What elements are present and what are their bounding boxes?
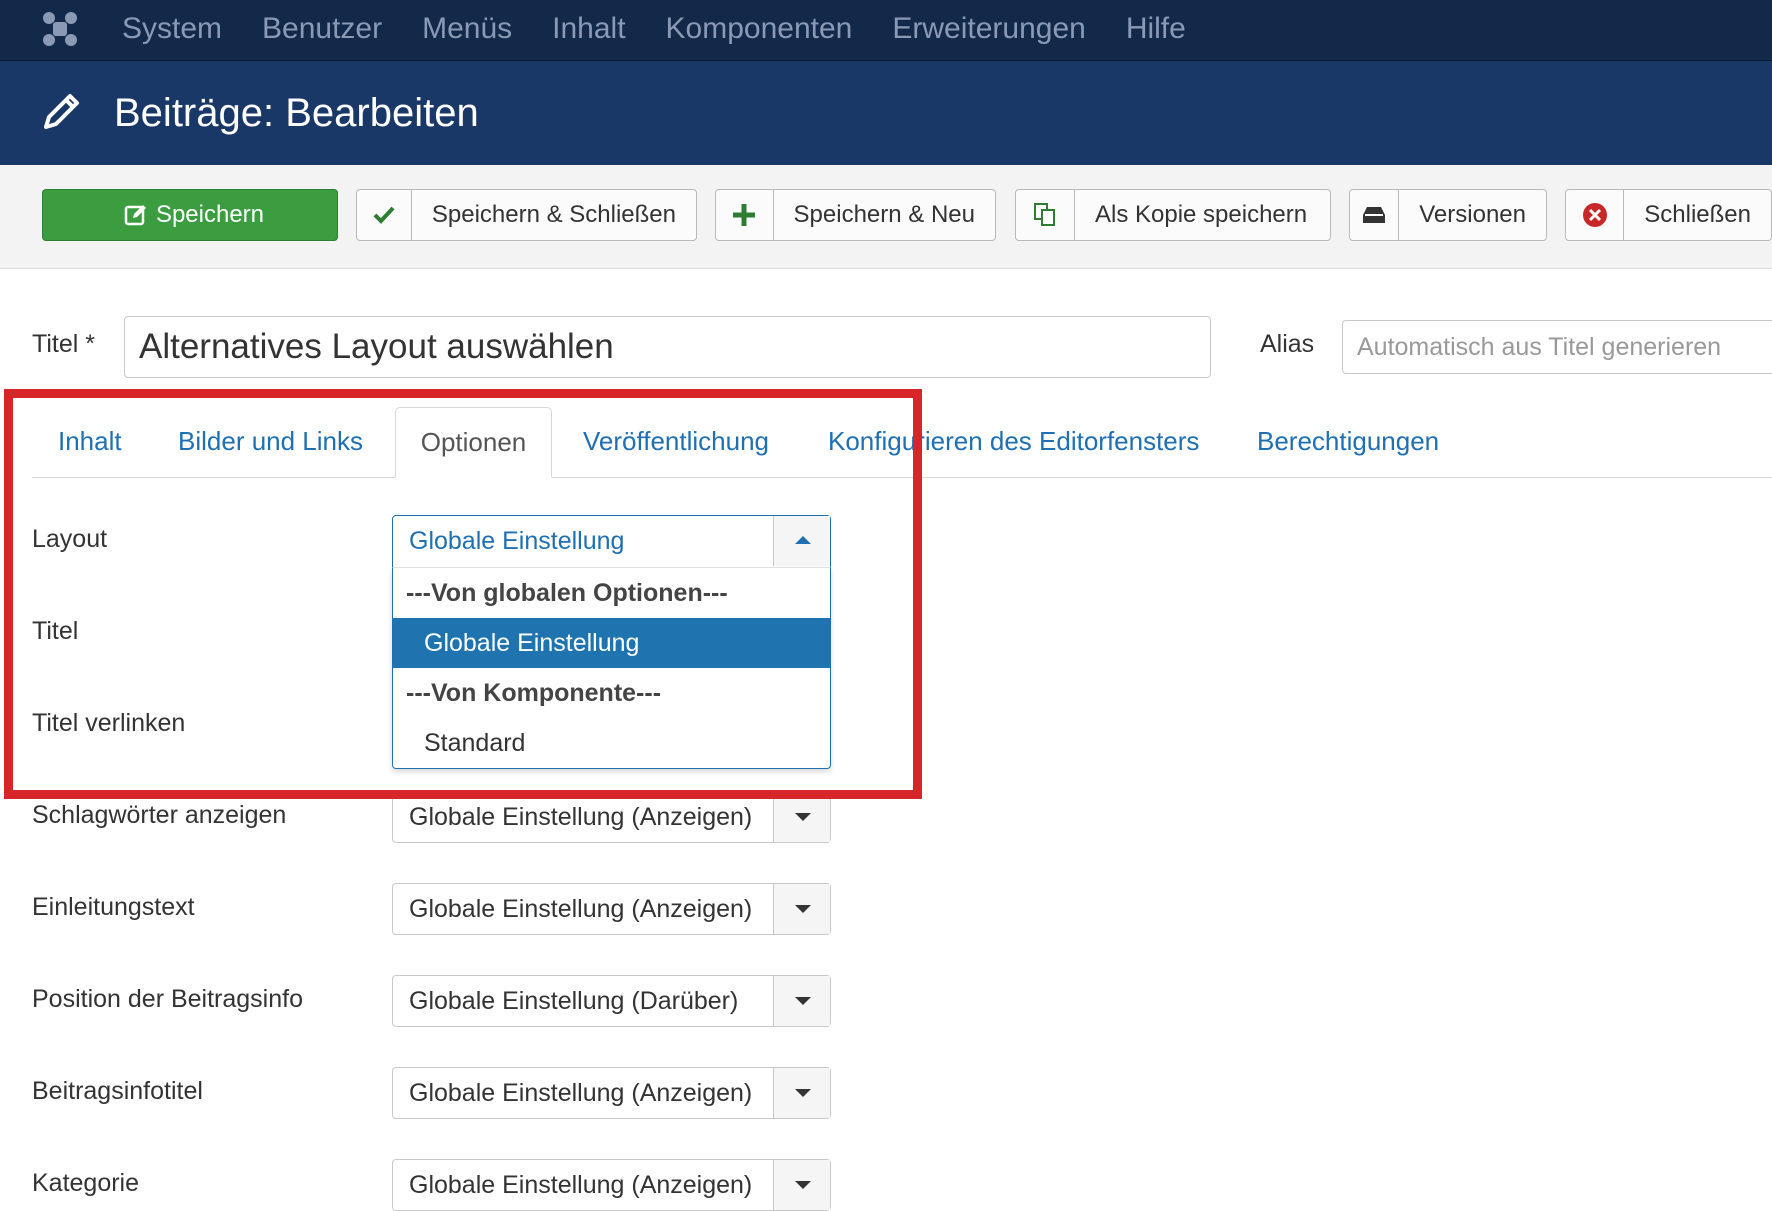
check-icon: [357, 190, 412, 240]
show-tags-value: Globale Einstellung (Anzeigen): [409, 803, 753, 831]
main-menu: System Benutzer Menüs Inhalt Komponenten…: [122, 0, 1226, 60]
option-global-setting[interactable]: Globale Einstellung: [393, 618, 830, 668]
versions-label: Versionen: [1419, 201, 1526, 228]
close-icon: [1566, 190, 1625, 240]
intro-text-select[interactable]: Globale Einstellung (Anzeigen): [392, 883, 831, 935]
info-position-select[interactable]: Globale Einstellung (Darüber): [392, 975, 831, 1027]
tab-permissions[interactable]: Berechtigungen: [1257, 424, 1439, 458]
tab-publishing[interactable]: Veröffentlichung: [583, 424, 769, 458]
chevron-down-icon: [795, 997, 811, 1005]
layout-dropdown-list: ---Von globalen Optionen--- Globale Eins…: [392, 567, 831, 769]
show-tags-select[interactable]: Globale Einstellung (Anzeigen): [392, 791, 831, 843]
menu-extensions[interactable]: Erweiterungen: [892, 0, 1085, 60]
save-close-label: Speichern & Schließen: [431, 201, 676, 228]
save-copy-button[interactable]: Als Kopie speichern: [1015, 189, 1331, 241]
tab-images-links[interactable]: Bilder und Links: [178, 424, 363, 458]
page-header: Beiträge: Bearbeiten: [0, 61, 1772, 165]
save-new-label: Speichern & Neu: [793, 201, 975, 228]
versions-button[interactable]: Versionen: [1349, 189, 1547, 241]
menu-system[interactable]: System: [122, 0, 222, 60]
layout-value: Globale Einstellung: [409, 527, 625, 555]
info-title-select[interactable]: Globale Einstellung (Anzeigen): [392, 1067, 831, 1119]
layout-label: Layout: [32, 525, 108, 553]
menu-menus[interactable]: Menüs: [422, 0, 512, 60]
save-copy-label: Als Kopie speichern: [1095, 201, 1308, 228]
tab-bar: [32, 477, 1772, 478]
title-option-label: Titel: [32, 617, 79, 645]
menu-content[interactable]: Inhalt: [552, 0, 625, 60]
tab-editor-config[interactable]: Konfigurieren des Editorfensters: [828, 424, 1199, 458]
show-tags-label: Schlagwörter anzeigen: [32, 801, 287, 829]
menu-help[interactable]: Hilfe: [1126, 0, 1186, 60]
top-navbar: System Benutzer Menüs Inhalt Komponenten…: [0, 0, 1772, 61]
save-button[interactable]: Speichern: [42, 189, 338, 241]
layout-select[interactable]: Globale Einstellung: [392, 515, 831, 567]
save-new-button[interactable]: Speichern & Neu: [715, 189, 996, 241]
chevron-down-icon: [795, 1089, 811, 1097]
chevron-down-icon: [795, 905, 811, 913]
chevron-down-icon: [795, 813, 811, 821]
archive-icon: [1350, 190, 1400, 240]
menu-components[interactable]: Komponenten: [666, 0, 853, 60]
tab-options[interactable]: Optionen: [395, 407, 552, 478]
save-label: Speichern: [155, 201, 265, 228]
info-position-value: Globale Einstellung (Darüber): [409, 987, 739, 1015]
title-input[interactable]: Alternatives Layout auswählen: [124, 316, 1211, 378]
info-title-value: Globale Einstellung (Anzeigen): [409, 1079, 753, 1107]
intro-text-label: Einleitungstext: [32, 893, 195, 921]
optgroup-global-options: ---Von globalen Optionen---: [406, 579, 728, 607]
link-title-label: Titel verlinken: [32, 709, 186, 737]
copy-icon: [1016, 190, 1075, 240]
category-label: Kategorie: [32, 1169, 140, 1197]
page-title: Beiträge: Bearbeiten: [114, 91, 479, 135]
intro-text-value: Globale Einstellung (Anzeigen): [409, 895, 753, 923]
tab-content[interactable]: Inhalt: [58, 424, 122, 458]
close-label: Schließen: [1644, 201, 1751, 228]
category-value: Globale Einstellung (Anzeigen): [409, 1171, 753, 1199]
info-position-label: Position der Beitragsinfo: [32, 985, 303, 1013]
toolbar: Speichern Speichern & Schließen Speicher…: [0, 165, 1772, 269]
edit-icon: [116, 190, 156, 240]
title-label: Titel *: [32, 330, 95, 358]
menu-users[interactable]: Benutzer: [262, 0, 382, 60]
close-button[interactable]: Schließen: [1565, 189, 1772, 241]
plus-icon: [716, 190, 774, 240]
save-close-button[interactable]: Speichern & Schließen: [356, 189, 697, 241]
option-standard[interactable]: Standard: [393, 718, 830, 768]
joomla-logo-icon[interactable]: [40, 9, 80, 49]
chevron-up-icon: [795, 536, 811, 544]
info-title-label: Beitragsinfotitel: [32, 1077, 203, 1105]
alias-label: Alias: [1260, 330, 1315, 358]
chevron-down-icon: [795, 1181, 811, 1189]
category-select[interactable]: Globale Einstellung (Anzeigen): [392, 1159, 831, 1211]
alias-input[interactable]: Automatisch aus Titel generieren: [1342, 320, 1772, 374]
pencil-icon: [44, 94, 79, 129]
optgroup-component: ---Von Komponente---: [406, 679, 662, 707]
